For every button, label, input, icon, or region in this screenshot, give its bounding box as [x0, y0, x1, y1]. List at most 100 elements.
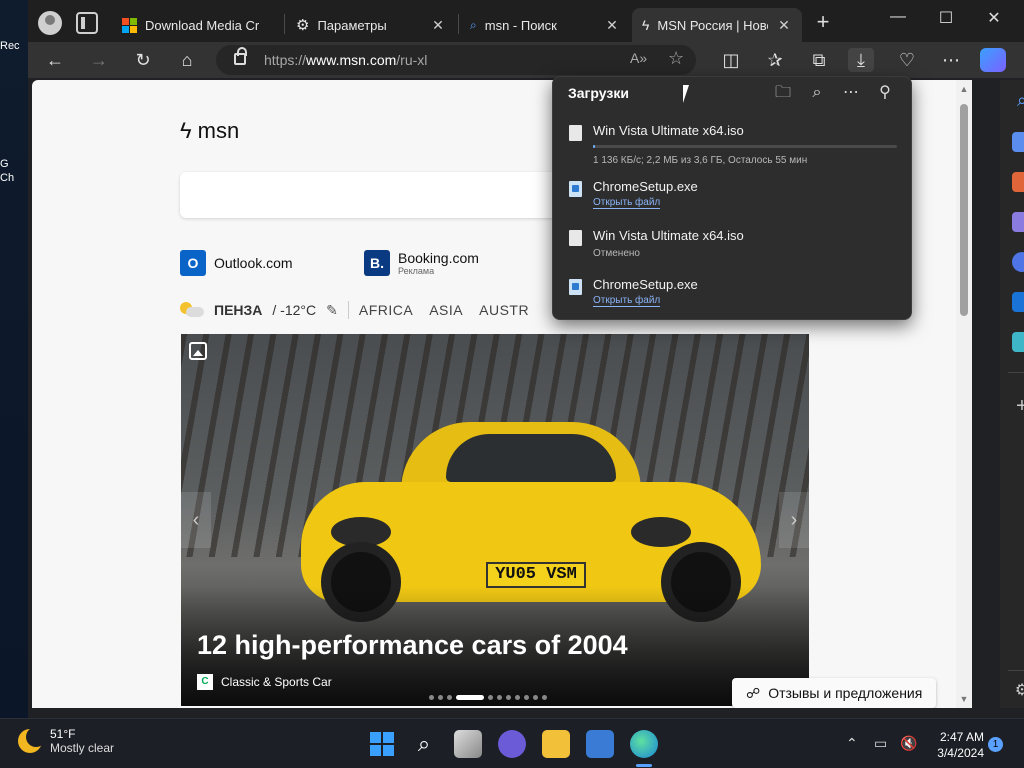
carousel-dots[interactable] — [429, 695, 547, 700]
volume-icon[interactable]: 🔇 — [900, 735, 917, 752]
open-file-link[interactable]: Открыть файл — [593, 295, 661, 307]
favorite-star-icon[interactable]: ☆ — [668, 48, 684, 69]
close-icon[interactable]: ✕ — [604, 17, 620, 34]
read-aloud-icon[interactable]: A» — [630, 50, 647, 66]
profile-avatar[interactable] — [38, 11, 62, 35]
nav-asia[interactable]: ASIA — [429, 302, 463, 318]
copilot-icon[interactable] — [980, 48, 1006, 72]
quick-link-label: Booking.com — [398, 250, 479, 266]
sidebar-tools-icon[interactable] — [1012, 172, 1024, 192]
teams-chat-icon[interactable] — [498, 730, 526, 758]
store-icon[interactable] — [586, 730, 614, 758]
file-explorer-icon[interactable] — [542, 730, 570, 758]
weather-temp: 51°F — [50, 727, 76, 741]
home-icon[interactable]: ⌂ — [174, 48, 200, 72]
hero-headline[interactable]: 12 high-performance cars of 2004 — [197, 630, 628, 661]
split-screen-icon[interactable]: ◫ — [718, 48, 744, 72]
desktop-icon-label[interactable]: G — [0, 158, 30, 170]
carousel-prev-button[interactable]: ‹ — [181, 492, 211, 548]
tab-settings[interactable]: ⚙ Параметры ✕ — [286, 8, 456, 42]
tab-msn-russia[interactable]: ϟ MSN Россия | Ново ✕ — [632, 8, 802, 42]
close-icon[interactable]: ✕ — [776, 17, 792, 34]
download-item[interactable]: Win Vista Ultimate x64.iso Отменено — [567, 228, 897, 272]
sidebar-search-icon[interactable]: ⌕ — [1012, 90, 1024, 110]
forward-icon[interactable]: → — [86, 48, 112, 72]
tab-download-media[interactable]: Download Media Cr — [112, 8, 284, 42]
desktop-icon-label[interactable]: Rec — [0, 40, 30, 52]
nav-australia[interactable]: AUSTR — [479, 302, 529, 318]
msn-butterfly-icon: ϟ — [180, 118, 192, 143]
page-scrollbar[interactable]: ▲ ▼ — [956, 80, 972, 708]
downloads-icon[interactable]: ⤓ — [848, 48, 874, 72]
new-tab-button[interactable]: + — [812, 11, 834, 34]
address-url[interactable]: https://www.msn.com/ru-xl — [264, 52, 427, 68]
sidebar-outlook-icon[interactable] — [1012, 292, 1024, 312]
browser-essentials-icon[interactable]: ♡ — [894, 48, 920, 72]
desktop-icon-label[interactable]: Ch — [0, 172, 30, 184]
weather-temp[interactable]: / -12°C — [272, 302, 316, 318]
sidebar-games-icon[interactable] — [1012, 212, 1024, 232]
open-file-link[interactable]: Открыть файл — [593, 197, 661, 209]
network-icon[interactable]: ▭ — [874, 735, 887, 752]
collections-icon[interactable]: ⧉ — [806, 48, 832, 72]
start-button[interactable] — [368, 730, 396, 758]
feedback-button[interactable]: ☍ Отзывы и предложения — [732, 678, 937, 708]
taskbar-search-icon[interactable]: ⌕ — [410, 730, 438, 758]
source-logo-icon: C — [197, 674, 213, 690]
source-name: Classic & Sports Car — [221, 675, 332, 689]
msn-logo[interactable]: ϟ msn — [180, 118, 239, 144]
sidebar-drop-icon[interactable] — [1012, 332, 1024, 352]
back-icon[interactable]: ← — [42, 48, 68, 72]
maximize-icon[interactable]: ☐ — [926, 8, 966, 30]
weather-city[interactable]: ПЕНЗА — [214, 302, 262, 318]
quick-link-outlook[interactable]: O Outlook.com — [180, 250, 293, 276]
quick-link-label: Outlook.com — [214, 255, 293, 271]
mouse-cursor — [683, 85, 689, 103]
scrollbar-thumb[interactable] — [960, 104, 968, 316]
tab-bar: Download Media Cr ⚙ Параметры ✕ ⌕ msn - … — [28, 0, 1024, 46]
toolbar: ← → ↻ ⌂ https://www.msn.com/ru-xl A» ☆ ◫… — [28, 42, 1024, 78]
address-bar[interactable]: https://www.msn.com/ru-xl A» ☆ — [216, 45, 696, 75]
edit-pencil-icon[interactable]: ✎ — [326, 302, 338, 319]
tray-overflow-icon[interactable]: ⌃ — [846, 735, 858, 752]
taskbar-weather[interactable]: 51°F Mostly clear — [18, 727, 114, 755]
more-options-icon[interactable]: ⋯ — [938, 48, 964, 72]
edge-taskbar-icon[interactable] — [630, 730, 658, 758]
tab-separator — [284, 14, 285, 34]
download-item[interactable]: ChromeSetup.exe Открыть файл — [567, 277, 897, 321]
nav-africa[interactable]: AFRICA — [359, 302, 413, 318]
task-view-icon[interactable] — [454, 730, 482, 758]
quick-link-booking[interactable]: B. Booking.com Реклама — [364, 250, 479, 276]
search-icon[interactable]: ⌕ — [807, 83, 827, 103]
more-options-icon[interactable]: ⋯ — [841, 83, 861, 103]
open-folder-icon[interactable]: 🗀 — [773, 83, 793, 103]
sidebar-add-icon[interactable]: + — [1012, 396, 1024, 416]
download-item[interactable]: Win Vista Ultimate x64.iso 1 136 КБ/с; 2… — [567, 123, 897, 167]
clock-time: 2:47 AM — [939, 730, 984, 744]
downloads-panel: Загрузки 🗀 ⌕ ⋯ ⚲ Win Vista Ultimate x64.… — [552, 76, 912, 320]
sidebar-copilot-icon[interactable] — [1012, 252, 1024, 272]
sidebar-settings-icon[interactable]: ⚙ — [1012, 680, 1024, 700]
pin-icon[interactable]: ⚲ — [875, 83, 895, 103]
gear-icon: ⚙ — [296, 17, 310, 34]
refresh-icon[interactable]: ↻ — [130, 48, 156, 72]
hero-source[interactable]: C Classic & Sports Car — [197, 674, 332, 690]
search-input[interactable] — [180, 172, 580, 218]
close-icon[interactable]: ✕ — [430, 17, 446, 34]
download-item[interactable]: ChromeSetup.exe Открыть файл — [567, 179, 897, 223]
lock-icon[interactable] — [234, 47, 247, 65]
taskbar-clock[interactable]: 2:47 AM 3/4/2024 — [926, 729, 984, 761]
favorites-icon[interactable]: ✰ — [762, 48, 788, 72]
tab-actions-icon[interactable] — [76, 12, 98, 34]
minimize-icon[interactable]: — — [878, 8, 918, 30]
carousel-next-button[interactable]: › — [779, 492, 809, 548]
sidebar-shopping-icon[interactable] — [1012, 132, 1024, 152]
tab-title: Download Media Cr — [145, 17, 260, 33]
notification-badge[interactable]: 1 — [988, 737, 1003, 752]
close-window-icon[interactable]: ✕ — [974, 8, 1014, 30]
download-filename: ChromeSetup.exe — [593, 277, 698, 292]
hero-carousel[interactable]: YU05 VSM ‹ › 12 high-performance cars of… — [181, 334, 809, 706]
download-filename: Win Vista Ultimate x64.iso — [593, 123, 744, 138]
tab-title: msn - Поиск — [484, 17, 557, 33]
tab-msn-search[interactable]: ⌕ msn - Поиск ✕ — [460, 8, 630, 42]
